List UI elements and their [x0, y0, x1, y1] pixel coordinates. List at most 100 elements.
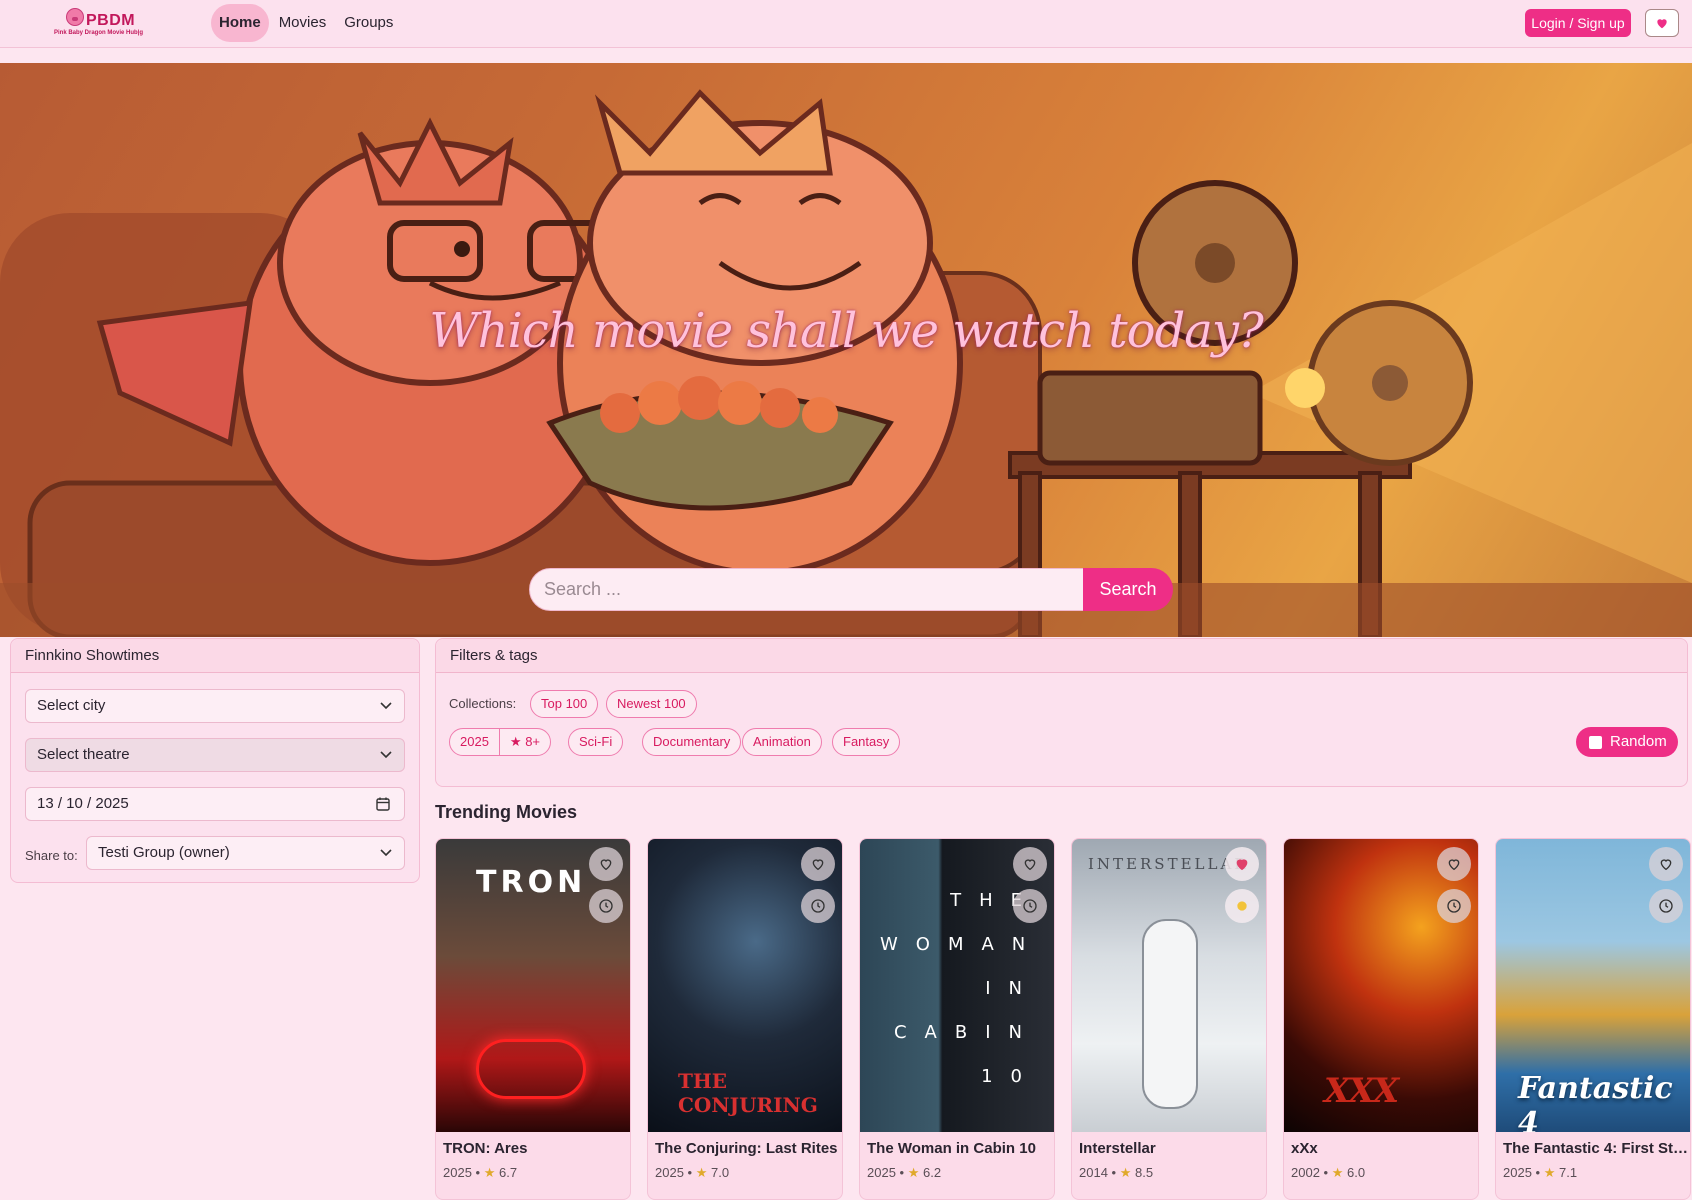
nav-home[interactable]: Home [211, 4, 269, 42]
search-input[interactable] [529, 568, 1085, 611]
favorite-button[interactable] [1013, 847, 1047, 881]
movie-year: 2014 [1079, 1165, 1108, 1180]
clock-icon [599, 899, 613, 913]
movie-card[interactable]: Fantastic 4 The Fantastic 4: First Steps… [1495, 838, 1691, 1200]
search-button[interactable]: Search [1083, 568, 1173, 611]
poster-title: XXX [1324, 1071, 1399, 1111]
clock-icon [1447, 899, 1461, 913]
movie-meta: 2014 • ★ 8.5 [1079, 1165, 1154, 1180]
random-button[interactable]: Random [1576, 727, 1678, 757]
heart-icon [1660, 859, 1672, 871]
movie-title[interactable]: The Conjuring: Last Rites [655, 1140, 841, 1157]
movie-rating: 6.2 [922, 1165, 942, 1180]
star-icon: ★ [1543, 1165, 1556, 1180]
favorite-button[interactable] [1437, 847, 1471, 881]
chevron-down-icon [380, 849, 392, 857]
movie-card[interactable]: XXX xXx 2002 • ★ 6.0 [1283, 838, 1479, 1200]
chip-newest-100[interactable]: Newest 100 [606, 690, 697, 718]
watchlist-button[interactable] [1225, 889, 1259, 923]
movie-year: 2025 [867, 1165, 896, 1180]
movie-title[interactable]: The Woman in Cabin 10 [867, 1140, 1053, 1157]
city-select-value: Select city [37, 697, 106, 714]
movie-card[interactable]: THE CONJURING The Conjuring: Last Rites … [647, 838, 843, 1200]
movie-rating: 6.0 [1346, 1165, 1366, 1180]
chip-rating[interactable]: ★ 8+ [498, 729, 550, 755]
chip-year[interactable]: 2025 [450, 729, 499, 755]
movie-poster: THE CONJURING [648, 839, 842, 1132]
favorite-button[interactable] [1649, 847, 1683, 881]
chip-top-100[interactable]: Top 100 [530, 690, 599, 718]
movie-title[interactable]: Interstellar [1079, 1140, 1265, 1157]
filters-panel: Filters & tags Collections: Top 100 Newe… [435, 638, 1688, 787]
heart-icon [1448, 859, 1460, 871]
favorite-button[interactable] [589, 847, 623, 881]
movie-card[interactable]: INTERSTELLAR Interstellar 2014 • ★ 8.5 [1071, 838, 1267, 1200]
star-icon: ★ [907, 1165, 920, 1180]
hero-banner: Which movie shall we watch today? Search [0, 63, 1692, 637]
movie-rating: 6.7 [498, 1165, 518, 1180]
chip-fantasy[interactable]: Fantasy [832, 728, 901, 756]
movie-card[interactable]: THE WOMAN IN CABIN 10 The Woman in Cabin… [859, 838, 1055, 1200]
movie-poster: THE WOMAN IN CABIN 10 [860, 839, 1054, 1132]
chip-documentary[interactable]: Documentary [642, 728, 742, 756]
poster-title: Fantastic 4 [1518, 1071, 1673, 1132]
star-icon: ★ [1119, 1165, 1132, 1180]
chip-animation[interactable]: Animation [742, 728, 822, 756]
showtimes-title: Finnkino Showtimes [11, 639, 419, 673]
poster-title: TRON [476, 865, 587, 900]
year-rating-chip-group: 2025 ★ 8+ [449, 728, 552, 756]
light-cycle [476, 1039, 586, 1099]
brand-tagline: Pink Baby Dragon Movie Hub|g [54, 30, 144, 36]
chip-rating-label: 8+ [525, 734, 541, 749]
brand-logo[interactable]: PBDM Pink Baby Dragon Movie Hub|g [54, 6, 154, 40]
movie-title[interactable]: TRON: Ares [443, 1140, 629, 1157]
theatre-select[interactable]: Select theatre [25, 738, 405, 772]
star-icon: ★ [695, 1165, 708, 1180]
watchlist-button[interactable] [1649, 889, 1683, 923]
hero-title: Which movie shall we watch today? [429, 303, 1264, 359]
movie-card[interactable]: TRON TRON: Ares 2025 • ★ 6.7 [435, 838, 631, 1200]
filters-title: Filters & tags [436, 639, 1687, 673]
watchlist-button[interactable] [801, 889, 835, 923]
movie-title[interactable]: xXx [1291, 1140, 1477, 1157]
movie-poster: XXX [1284, 839, 1478, 1132]
collections-label: Collections: [449, 696, 517, 711]
share-group-value: Testi Group (owner) [98, 844, 230, 861]
login-signup-button[interactable]: Login / Sign up [1525, 9, 1631, 37]
heart-icon [1657, 19, 1667, 29]
favorite-button[interactable] [1225, 847, 1259, 881]
theatre-select-value: Select theatre [37, 746, 130, 763]
movie-year: 2025 [1503, 1165, 1532, 1180]
chip-sci-fi[interactable]: Sci-Fi [568, 728, 624, 756]
clock-icon [1023, 899, 1037, 913]
star-icon: ★ [483, 1165, 496, 1180]
favorites-button[interactable] [1645, 9, 1679, 37]
movie-meta: 2025 • ★ 7.1 [1503, 1165, 1578, 1180]
nav-groups[interactable]: Groups [336, 4, 401, 42]
star-icon: ★ [509, 734, 522, 749]
top-navbar: PBDM Pink Baby Dragon Movie Hub|g Home M… [0, 0, 1692, 48]
random-label: Random [1610, 733, 1667, 750]
favorite-button[interactable] [801, 847, 835, 881]
nav-movies[interactable]: Movies [271, 4, 335, 42]
chevron-down-icon [380, 702, 392, 710]
date-input[interactable]: 13 / 10 / 2025 [25, 787, 405, 821]
watchlist-button[interactable] [1013, 889, 1047, 923]
star-icon: ★ [1331, 1165, 1344, 1180]
movie-meta: 2025 • ★ 6.7 [443, 1165, 518, 1180]
clock-icon [811, 899, 825, 913]
calendar-icon[interactable] [376, 797, 390, 811]
share-group-select[interactable]: Testi Group (owner) [86, 836, 405, 870]
movie-title[interactable]: The Fantastic 4: First Steps [1503, 1140, 1689, 1157]
watchlist-button[interactable] [589, 889, 623, 923]
clock-icon [1237, 901, 1247, 911]
movie-poster: TRON [436, 839, 630, 1132]
movie-poster: INTERSTELLAR [1072, 839, 1266, 1132]
city-select[interactable]: Select city [25, 689, 405, 723]
main-nav: Home Movies Groups [211, 4, 401, 42]
movie-meta: 2025 • ★ 6.2 [867, 1165, 942, 1180]
search-bar: Search [529, 568, 1173, 611]
movie-meta: 2025 • ★ 7.0 [655, 1165, 730, 1180]
watchlist-button[interactable] [1437, 889, 1471, 923]
chevron-down-icon [380, 751, 392, 759]
